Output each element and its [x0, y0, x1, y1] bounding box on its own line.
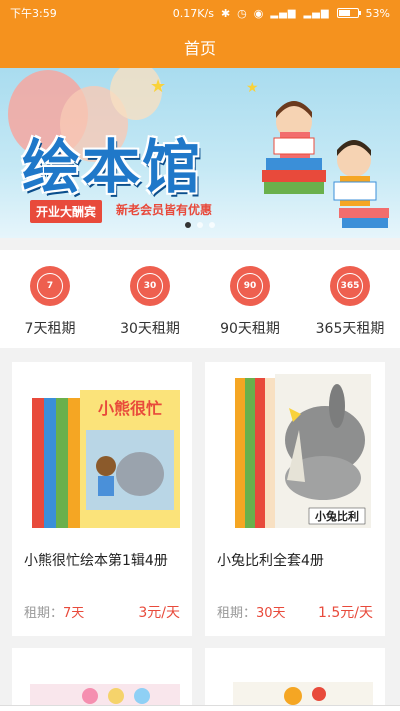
alarm-icon: ◷: [237, 6, 247, 20]
product-card[interactable]: 小熊很忙 小熊很忙绘本第1辑4册 租期：7天 3元/天: [12, 362, 192, 636]
pagination-dot[interactable]: [209, 222, 215, 228]
app-bar: 首页: [0, 26, 400, 68]
product-cover-image: 小兔比利: [213, 370, 377, 540]
product-card-partial[interactable]: [205, 648, 385, 708]
banner-tag: 开业大酬宾: [30, 200, 103, 223]
product-cover-image: [30, 684, 180, 708]
battery-percent: 53%: [365, 6, 390, 20]
network-speed: 0.17K/s: [172, 6, 214, 20]
period-label: 30天租期: [120, 321, 180, 337]
status-icons: 0.17K/s ✱ ◷ ◉ ▂▄▆ ▂▄▆ 53%: [173, 7, 390, 20]
status-time: 下午3:59: [10, 7, 57, 20]
signal-2-icon: ▂▄▆: [303, 7, 330, 19]
product-cover-image: [233, 682, 373, 708]
page-title: 首页: [183, 39, 216, 58]
promo-banner[interactable]: ★ ★ 绘本馆 开业大酬宾 新老会员皆有优惠: [0, 68, 400, 238]
period-icon: 7: [30, 266, 70, 306]
rental-period: 租期：30天: [217, 606, 286, 621]
signal-icon: ▂▄▆: [270, 7, 297, 19]
star-icon: ★: [150, 76, 167, 97]
bottom-navigation: [0, 705, 400, 711]
status-bar: 下午3:59 0.17K/s ✱ ◷ ◉ ▂▄▆ ▂▄▆ 53%: [0, 0, 400, 26]
period-icon: 90: [230, 266, 270, 306]
banner-subtitle: 新老会员皆有优惠: [116, 203, 213, 217]
period-icon: 30: [130, 266, 170, 306]
rental-period-row: 7 7天租期 30 30天租期 90 90天租期 365 365天租期: [0, 250, 400, 348]
reading-kids-illustration: [262, 101, 389, 228]
wifi-icon: ◉: [253, 6, 264, 20]
period-365-days[interactable]: 365 365天租期: [305, 266, 395, 338]
period-label: 7天租期: [24, 321, 76, 337]
product-title: 小熊很忙绘本第1辑4册: [24, 553, 168, 569]
banner-title: 绘本馆: [22, 133, 203, 201]
period-icon: 365: [330, 266, 370, 306]
period-90-days[interactable]: 90 90天租期: [205, 266, 295, 338]
period-30-days[interactable]: 30 30天租期: [105, 266, 195, 338]
rental-period: 租期：7天: [24, 606, 85, 621]
product-card-partial[interactable]: [12, 648, 192, 708]
cover-title: 小熊很忙: [98, 399, 162, 418]
product-price: 3元/天: [138, 605, 180, 621]
product-card[interactable]: 小兔比利 小兔比利全套4册 租期：30天 1.5元/天: [205, 362, 385, 636]
product-price: 1.5元/天: [318, 605, 373, 621]
battery-icon: [336, 8, 361, 18]
pagination-dot-active[interactable]: [185, 222, 191, 228]
banner-pagination: [0, 222, 400, 228]
bluetooth-icon: ✱: [220, 6, 231, 20]
period-7-days[interactable]: 7 7天租期: [5, 266, 95, 338]
product-cover-image: 小熊很忙: [20, 370, 184, 540]
period-label: 365天租期: [315, 321, 385, 337]
period-label: 90天租期: [220, 321, 280, 337]
product-title: 小兔比利全套4册: [217, 553, 324, 569]
cover-title: 小兔比利: [314, 509, 359, 523]
pagination-dot[interactable]: [197, 222, 203, 228]
